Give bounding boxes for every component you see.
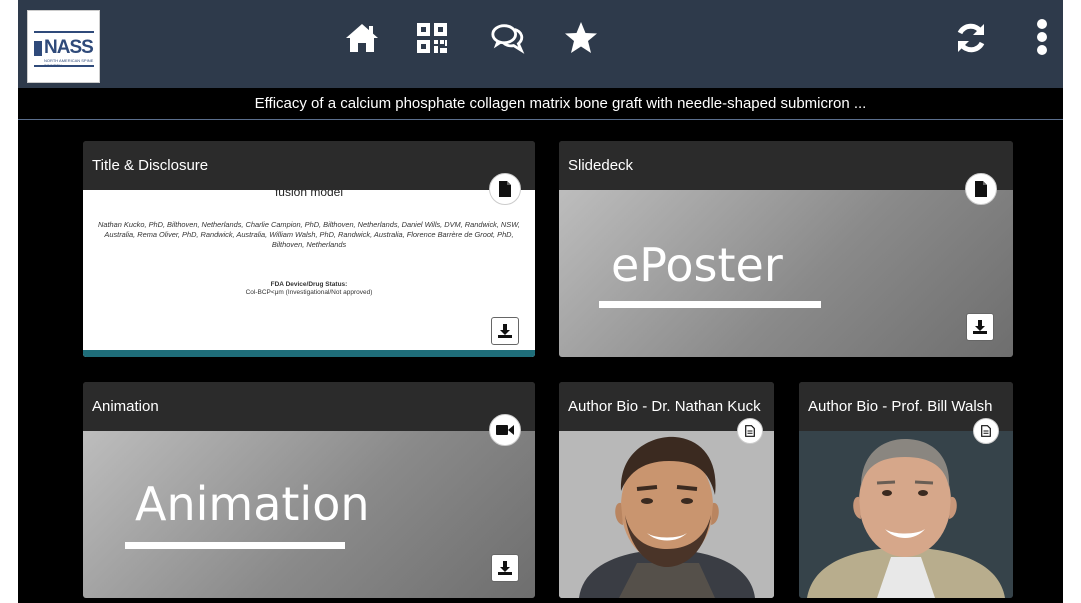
slide-authors: Nathan Kucko, PhD, Bilthoven, Netherland…: [98, 220, 520, 249]
card-animation-header: Animation: [83, 382, 535, 431]
qr-code-icon[interactable]: [414, 20, 450, 56]
video-icon[interactable]: [489, 414, 521, 446]
title-slide-preview: fusion model Nathan Kucko, PhD, Bilthove…: [83, 190, 535, 357]
eposter-word: ePoster: [611, 238, 783, 292]
nass-logo[interactable]: NASS NORTH AMERICAN SPINE SOCIETY: [27, 10, 100, 83]
animation-word: Animation: [135, 477, 370, 531]
card-author-bio-walsh[interactable]: Author Bio - Prof. Bill Walsh: [799, 382, 1013, 598]
download-icon[interactable]: [491, 554, 519, 582]
refresh-icon[interactable]: [953, 20, 989, 56]
star-icon[interactable]: [563, 20, 599, 56]
eposter-underline: [599, 301, 821, 308]
text-document-icon[interactable]: [973, 418, 999, 444]
card-title-disclosure-header: Title & Disclosure: [83, 141, 535, 190]
slidedeck-preview: ePoster: [559, 190, 1013, 357]
text-document-icon[interactable]: [737, 418, 763, 444]
slide-fda-heading: FDA Device/Drug Status:: [270, 281, 348, 288]
home-icon[interactable]: [344, 20, 380, 56]
card-animation[interactable]: Animation Animation: [83, 382, 535, 598]
logo-text: NASS: [44, 37, 94, 58]
portrait-nathan-kucko: [559, 431, 774, 598]
presentation-title: Efficacy of a calcium phosphate collagen…: [254, 95, 867, 112]
animation-underline: [125, 542, 345, 549]
more-vert-icon[interactable]: [1024, 19, 1060, 56]
top-bar: NASS NORTH AMERICAN SPINE SOCIETY: [18, 0, 1063, 88]
presentation-title-bar: Efficacy of a calcium phosphate collagen…: [18, 88, 1063, 120]
logo-rule-bottom: [34, 65, 94, 67]
slide-cut-line: fusion model: [274, 190, 344, 199]
card-slidedeck[interactable]: Slidedeck ePoster: [559, 141, 1013, 357]
animation-preview: Animation: [83, 431, 535, 598]
portrait-bill-walsh: [799, 431, 1013, 598]
document-icon[interactable]: [489, 173, 521, 205]
slide-footer-bar: [83, 350, 535, 357]
download-icon[interactable]: [966, 313, 994, 341]
logo-mark: [34, 41, 42, 56]
document-icon[interactable]: [965, 173, 997, 205]
slide-fda-status: Col-BCP<μm (Investigational/Not approved…: [245, 289, 373, 296]
card-title-disclosure[interactable]: Title & Disclosure fusion model Nathan K…: [83, 141, 535, 357]
app-frame: NASS NORTH AMERICAN SPINE SOCIETY: [18, 0, 1063, 603]
logo-rule-top: [34, 31, 94, 33]
card-slidedeck-header: Slidedeck: [559, 141, 1013, 190]
chat-icon[interactable]: [490, 20, 526, 56]
download-icon[interactable]: [491, 317, 519, 345]
card-author-bio-kucko[interactable]: Author Bio - Dr. Nathan Kuck: [559, 382, 774, 598]
